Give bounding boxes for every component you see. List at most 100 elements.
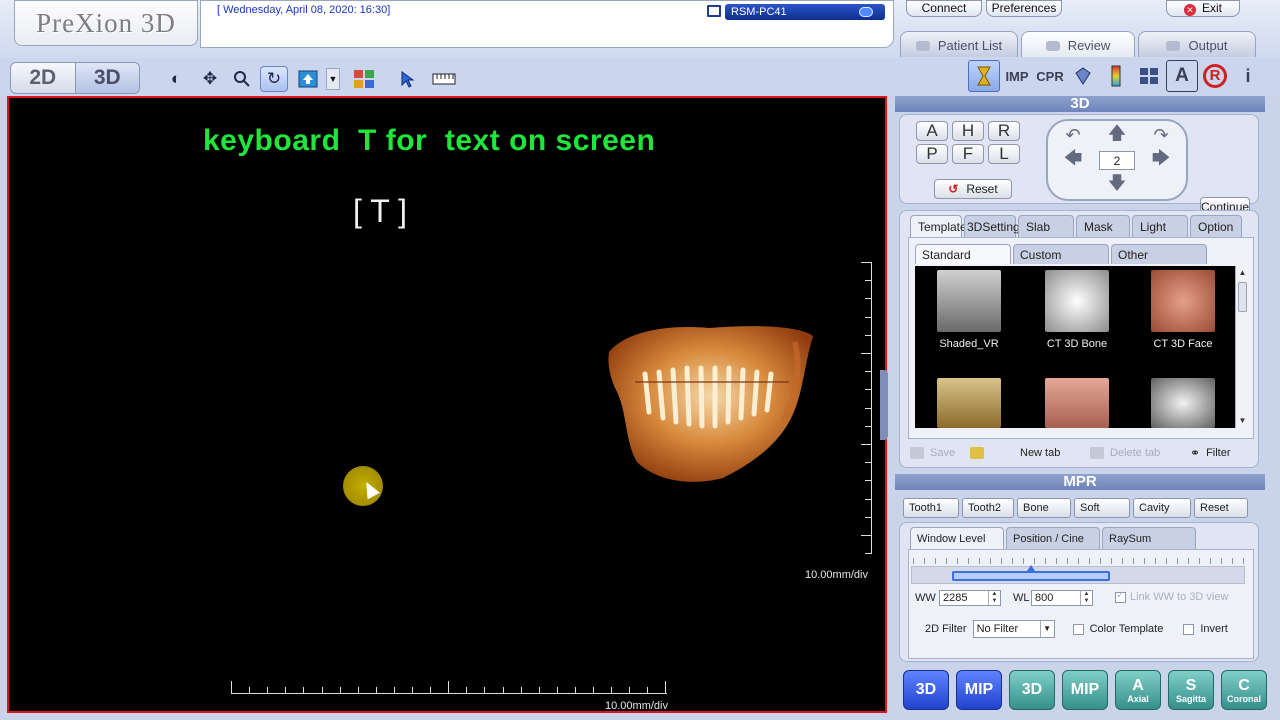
template-item[interactable]: CT 3D Bone (1027, 266, 1127, 350)
rotate-icon[interactable]: ↻ (260, 66, 288, 92)
workstation-slider-knob[interactable] (859, 7, 873, 17)
tab-template[interactable]: Template (910, 215, 967, 237)
tab-2d[interactable]: 2D (11, 63, 75, 93)
mode-axial-button[interactable]: A Axial (1115, 670, 1161, 710)
delete-tab-button[interactable]: Delete tab (1090, 447, 1190, 459)
ww-input[interactable]: 2285 ▲ ▼ (939, 590, 1001, 606)
layout-grid-icon[interactable] (350, 66, 378, 92)
close-icon: ✕ (1183, 4, 1196, 16)
level-pointer[interactable] (1027, 565, 1035, 571)
tab-3dsettings[interactable]: 3DSettings (964, 215, 1026, 237)
tab-slab[interactable]: Slab (1018, 215, 1074, 237)
arrow-up-icon[interactable]: 🡅 (1095, 123, 1139, 148)
view-button-f[interactable]: F (952, 144, 984, 164)
reset-view-button[interactable]: ↺ Reset (934, 179, 1012, 199)
workstation-bar[interactable]: RSM-PC41 (725, 4, 885, 20)
volume-render-icon[interactable] (968, 60, 1000, 92)
info-button[interactable]: i (1232, 60, 1264, 92)
arrow-down-icon[interactable]: 🡇 (1095, 173, 1139, 198)
fit-view-icon[interactable] (294, 66, 322, 92)
mode-sagittal-button[interactable]: S Sagitta (1168, 670, 1214, 710)
view-button-l[interactable]: L (988, 144, 1020, 164)
tab-position-cine[interactable]: Position / Cine (1006, 527, 1100, 549)
tab-window-level[interactable]: Window Level (910, 527, 1004, 549)
preset-reset[interactable]: Reset (1194, 498, 1248, 518)
window-level-slider[interactable] (911, 565, 1245, 584)
template-item[interactable]: CT 3D Face (1133, 266, 1233, 350)
exit-label: Exit (1201, 1, 1222, 15)
arrow-right-icon[interactable]: 🡆 (1139, 148, 1183, 173)
preferences-button[interactable]: Preferences (986, 0, 1062, 17)
subtab-other[interactable]: Other (1111, 244, 1207, 264)
template-item[interactable]: Shaded_VR (919, 266, 1019, 350)
imp-button[interactable]: IMP (1001, 60, 1033, 92)
view-button-r[interactable]: R (988, 121, 1020, 141)
color-template-checkbox[interactable] (1072, 623, 1084, 635)
ww-stepper[interactable]: ▲ ▼ (988, 591, 1000, 605)
tooth-icon[interactable] (1067, 60, 1099, 92)
scroll-thumb[interactable] (1238, 282, 1247, 312)
tab-mask[interactable]: Mask (1076, 215, 1130, 237)
tab-raysum[interactable]: RaySum (1102, 527, 1196, 549)
grid-layout-icon[interactable] (1133, 60, 1165, 92)
link-ww-checkbox[interactable]: Link WW to 3D view (1115, 590, 1228, 603)
chevron-down-icon[interactable]: ▼ (326, 68, 340, 90)
tab-light[interactable]: Light (1132, 215, 1188, 237)
subtab-standard[interactable]: Standard (915, 244, 1011, 264)
record-button[interactable]: R (1199, 60, 1231, 92)
rotate-cw-icon[interactable]: ↷ (1139, 123, 1183, 148)
tab-review[interactable]: Review (1021, 31, 1135, 57)
filter-2d-select[interactable]: No Filter ▼ (972, 620, 1055, 638)
3d-viewport[interactable]: keyboard T for text on screen [ T ] 10.0… (7, 96, 887, 713)
rotate-ccw-icon[interactable]: ↶ (1051, 123, 1095, 148)
zoom-icon[interactable] (228, 66, 256, 92)
ruler-icon[interactable] (430, 66, 458, 92)
preset-tooth2[interactable]: Tooth2 (962, 498, 1014, 518)
window-range-handle[interactable] (952, 571, 1110, 581)
scroll-down-icon[interactable]: ▼ (1236, 414, 1249, 428)
template-item[interactable] (919, 374, 1019, 428)
template-item[interactable] (1027, 374, 1127, 428)
annotation-button[interactable]: A (1166, 60, 1198, 92)
mode-mip-mpr-button[interactable]: MIP (1062, 670, 1108, 710)
preset-cavity[interactable]: Cavity (1133, 498, 1191, 518)
mode-coronal-button[interactable]: C Coronal (1221, 670, 1267, 710)
mode-3d-mpr-button[interactable]: 3D (1009, 670, 1055, 710)
subtab-custom[interactable]: Custom (1013, 244, 1109, 264)
color-bar-icon[interactable] (1100, 60, 1132, 92)
view-button-a[interactable]: A (916, 121, 948, 141)
panel-splitter[interactable] (880, 370, 888, 440)
link-ww-check[interactable] (1115, 590, 1126, 603)
jaw-volume-render[interactable] (605, 322, 817, 488)
tab-output[interactable]: Output (1138, 31, 1256, 57)
tab-3d[interactable]: 3D (74, 63, 139, 93)
connect-button[interactable]: Connect (906, 0, 982, 17)
template-item[interactable] (1133, 374, 1233, 428)
tab-patient-list[interactable]: Patient List (900, 31, 1018, 57)
wl-stepper[interactable]: ▲ ▼ (1080, 591, 1092, 605)
save-template-button[interactable]: Save (910, 447, 970, 459)
view-button-p[interactable]: P (916, 144, 948, 164)
wl-input[interactable]: 800 ▲ ▼ (1031, 590, 1093, 606)
preset-soft[interactable]: Soft (1074, 498, 1130, 518)
new-tab-button[interactable]: New tab (970, 447, 1090, 459)
mode-mip-button[interactable]: MIP (956, 670, 1002, 710)
view-button-h[interactable]: H (952, 121, 984, 141)
pan-icon[interactable]: ✥ (196, 66, 224, 92)
tab-option[interactable]: Option (1190, 215, 1242, 237)
preset-bone[interactable]: Bone (1017, 498, 1071, 518)
invert-checkbox[interactable] (1183, 623, 1195, 635)
rotation-step-field[interactable]: 2 (1099, 151, 1135, 170)
cpr-button[interactable]: CPR (1034, 60, 1066, 92)
pointer-icon[interactable] (394, 66, 422, 92)
undo-icon: ↺ (948, 182, 959, 196)
filter-button[interactable]: ⚭ Filter (1190, 446, 1246, 460)
arrow-left-icon[interactable]: 🡄 (1051, 148, 1095, 173)
contrast-icon[interactable]: ◐ (162, 66, 190, 92)
preset-tooth1[interactable]: Tooth1 (903, 498, 959, 518)
template-box: Template 3DSettings Slab Mask Light Opti… (899, 210, 1259, 468)
mode-3d-button[interactable]: 3D (903, 670, 949, 710)
exit-button[interactable]: ✕ Exit (1166, 0, 1240, 17)
scroll-up-icon[interactable]: ▲ (1236, 266, 1249, 280)
template-scrollbar[interactable]: ▲ ▼ (1235, 266, 1249, 428)
